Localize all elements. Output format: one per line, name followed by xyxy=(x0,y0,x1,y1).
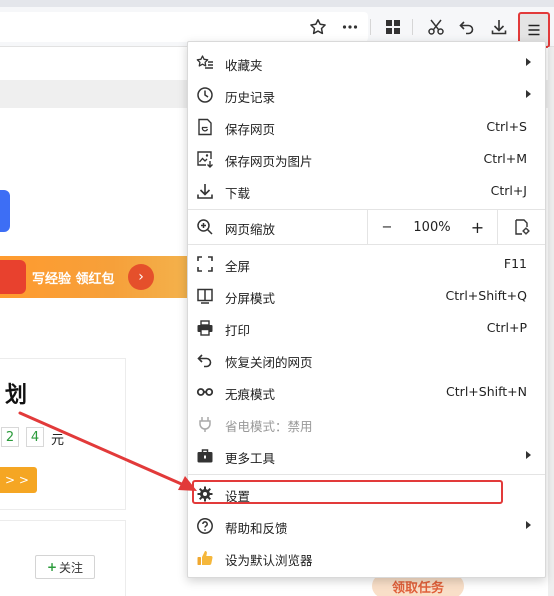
shortcut-label: Ctrl+M xyxy=(483,151,528,166)
menu-item-power-saver: 省电模式：禁用 xyxy=(188,408,545,440)
menu-item-label: 设为默认浏览器 xyxy=(225,553,313,568)
menu-item-label: 恢复关闭的网页 xyxy=(225,355,313,370)
menu-item-help-feedback[interactable]: 帮助和反馈 xyxy=(188,510,545,542)
submenu-arrow-icon xyxy=(526,58,531,66)
scrollbar-track[interactable] xyxy=(548,47,554,596)
menu-item-save-as-image[interactable]: 保存网页为图片 Ctrl+M xyxy=(188,143,545,175)
banner-arrow-icon[interactable]: › xyxy=(128,264,154,290)
submenu-arrow-icon xyxy=(526,521,531,529)
submenu-arrow-icon xyxy=(526,451,531,459)
zoom-settings-button[interactable] xyxy=(497,210,545,244)
menu-item-history[interactable]: 历史记录 xyxy=(188,79,545,111)
hamburger-menu-icon xyxy=(528,24,540,36)
submenu-arrow-icon xyxy=(526,90,531,98)
menu-item-download[interactable]: 下载 Ctrl+J xyxy=(188,175,545,207)
unit-label: 元 xyxy=(51,433,65,448)
menu-item-incognito[interactable]: 无痕模式 Ctrl+Shift+N xyxy=(188,376,545,408)
promo-banner[interactable]: 写经验 领红包 › xyxy=(0,256,188,298)
download-toolbar-icon[interactable] xyxy=(487,15,511,39)
settings-highlight-box xyxy=(192,480,503,504)
more-dots-icon[interactable] xyxy=(338,15,362,39)
shortcut-label: Ctrl+S xyxy=(486,119,527,134)
follow-label: 关注 xyxy=(59,560,84,575)
shortcut-label: Ctrl+J xyxy=(490,183,527,198)
thumbs-up-icon xyxy=(196,549,214,567)
menu-item-label: 收藏夹 xyxy=(225,58,263,73)
menu-item-label: 保存网页 xyxy=(225,122,276,137)
zoom-label: 网页缩放 xyxy=(225,222,276,237)
menu-item-label: 下载 xyxy=(225,186,251,201)
menu-item-favorites[interactable]: 收藏夹 xyxy=(188,47,545,79)
content-card: 划 2 4 元 > > xyxy=(0,358,126,510)
menu-item-more-tools[interactable]: 更多工具 xyxy=(188,440,545,472)
menu-divider xyxy=(188,244,545,245)
zoom-value: 100% xyxy=(413,219,451,235)
menu-item-label: 打印 xyxy=(225,323,251,338)
help-question-icon xyxy=(196,517,214,535)
download-icon xyxy=(196,182,214,200)
red-envelope-icon xyxy=(0,260,26,294)
banner-text: 写经验 领红包 xyxy=(32,272,115,287)
menu-item-label: 全屏 xyxy=(225,259,251,274)
shortcut-label: Ctrl+P xyxy=(486,320,527,335)
zoom-out-button[interactable]: − xyxy=(367,210,406,244)
fullscreen-icon xyxy=(196,255,214,273)
apps-grid-icon[interactable] xyxy=(381,15,405,39)
zoom-magnifier-icon xyxy=(196,218,214,236)
save-page-icon xyxy=(196,118,214,136)
menu-item-label: 帮助和反馈 xyxy=(225,521,288,536)
toolbox-icon xyxy=(196,447,214,465)
bookmark-star-icon[interactable] xyxy=(306,15,330,39)
page-settings-icon xyxy=(514,219,529,235)
split-screen-icon xyxy=(196,287,214,305)
menu-item-label: 无痕模式 xyxy=(225,387,276,402)
toolbar-divider xyxy=(412,19,413,35)
menu-item-save-page[interactable]: 保存网页 Ctrl+S xyxy=(188,111,545,143)
blue-button-edge[interactable] xyxy=(0,190,10,232)
zoom-in-button[interactable]: + xyxy=(458,210,497,244)
follow-button[interactable]: + 关注 xyxy=(35,555,95,579)
menu-item-fullscreen[interactable]: 全屏 F11 xyxy=(188,248,545,280)
menu-item-label: 更多工具 xyxy=(225,451,276,466)
menu-item-restore-closed[interactable]: 恢复关闭的网页 xyxy=(188,344,545,376)
menu-item-print[interactable]: 打印 Ctrl+P xyxy=(188,312,545,344)
restore-undo-icon xyxy=(196,351,214,369)
shortcut-label: F11 xyxy=(503,256,527,271)
menu-item-label: 分屏模式 xyxy=(225,291,276,306)
menu-item-set-default-browser[interactable]: 设为默认浏览器 xyxy=(188,542,545,574)
menu-item-label: 保存网页为图片 xyxy=(225,154,313,169)
history-clock-icon xyxy=(196,86,214,104)
plus-icon: + xyxy=(46,560,58,574)
card-title: 划 xyxy=(5,383,28,408)
menu-item-label: 历史记录 xyxy=(225,90,276,105)
scissors-icon[interactable] xyxy=(424,15,448,39)
shortcut-label: Ctrl+Shift+Q xyxy=(445,288,527,303)
content-card: + 关注 xyxy=(0,520,126,596)
tab-strip xyxy=(0,0,554,7)
power-plug-icon xyxy=(196,415,214,433)
zoom-row: 网页缩放 − 100% + xyxy=(188,210,545,244)
save-as-image-icon xyxy=(196,150,214,168)
shortcut-label: Ctrl+Shift+N xyxy=(446,384,527,399)
digit-box: 4 xyxy=(26,427,44,447)
digit-box: 2 xyxy=(1,427,19,447)
toolbar-divider xyxy=(370,19,371,35)
incognito-glasses-icon xyxy=(196,383,214,401)
undo-icon[interactable] xyxy=(455,15,479,39)
printer-icon xyxy=(196,319,214,337)
menu-item-split-screen[interactable]: 分屏模式 Ctrl+Shift+Q xyxy=(188,280,545,312)
menu-divider xyxy=(188,474,545,475)
orange-action-button[interactable]: > > xyxy=(0,467,37,493)
favorites-star-list-icon xyxy=(196,54,214,72)
menu-item-label: 省电模式：禁用 xyxy=(225,419,313,434)
